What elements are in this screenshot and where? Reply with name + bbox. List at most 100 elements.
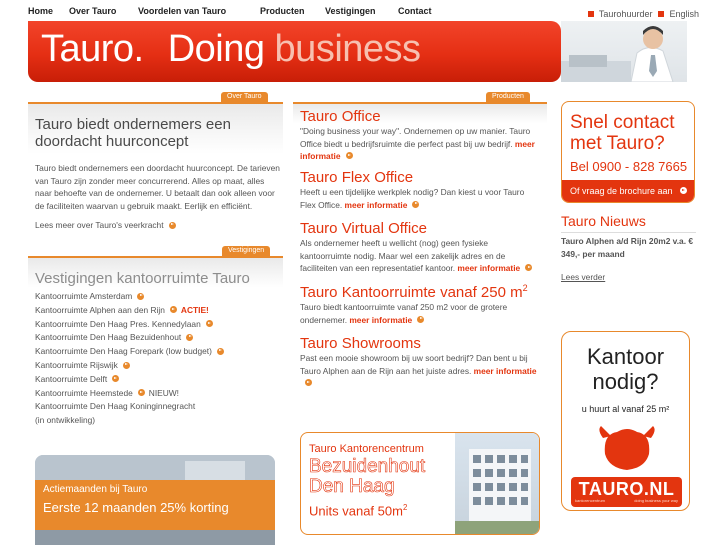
promo-bezuidenhout: Bezuidenhout: [309, 456, 426, 477]
arrow-right-icon: [216, 347, 224, 355]
office-building-photo: [455, 433, 539, 534]
tab-vestigingen[interactable]: Vestigingen: [222, 246, 271, 256]
arrow-right-icon: [137, 389, 145, 397]
location-label: Kantoorruimte Den Haag Forepark (low bud…: [35, 346, 212, 357]
location-badge: ACTIE!: [180, 304, 209, 315]
nav-producten[interactable]: Producten: [260, 6, 305, 16]
more-info-link[interactable]: meer informatie: [345, 200, 408, 210]
nav-vestigingen[interactable]: Vestigingen: [325, 6, 376, 16]
arrow-right-icon: [305, 379, 312, 387]
location-link[interactable]: Kantoorruimte Rijswijk: [35, 360, 130, 370]
taurohuurder-link[interactable]: Taurohuurder: [599, 9, 653, 19]
news-divider: [561, 232, 696, 233]
product-description-text: "Doing business your way". Ondernemen op…: [300, 126, 531, 149]
location-label: Kantoorruimte Heemstede: [35, 387, 133, 398]
over-tauro-intro: Tauro biedt ondernemers een doordacht hu…: [35, 163, 280, 211]
banner-photo-businessman: [561, 21, 687, 82]
english-link[interactable]: English: [669, 9, 699, 19]
promo-units: Units vanaf 50m2: [309, 503, 407, 518]
logo-subtext-left: kantorencentrum: [575, 498, 606, 503]
banner-word-tauro: Tauro.: [41, 28, 144, 70]
nav-home[interactable]: Home: [28, 6, 53, 16]
location-label: Kantoorruimte Den Haag Koninginnegracht: [35, 401, 196, 412]
more-info-link[interactable]: meer informatie: [457, 263, 520, 273]
product-description: Als ondernemer heeft u wellicht (nog) ge…: [300, 237, 540, 275]
location-label: Kantoorruimte Rijswijk: [35, 360, 118, 370]
tauro-nl-logo: TAURO.NL kantorencentrum doing business …: [571, 477, 682, 507]
actie-promo-banner[interactable]: Actiemaanden bij Tauro Eerste 12 maanden…: [35, 455, 275, 545]
bull-logo-icon: [599, 426, 655, 470]
location-label: Kantoorruimte Alphen aan den Rijn: [35, 304, 165, 315]
news-read-more-link[interactable]: Lees verder: [561, 271, 605, 284]
businessman-illustration: [561, 26, 674, 82]
nav-contact[interactable]: Contact: [398, 6, 432, 16]
contact-phone[interactable]: Bel 0900 - 828 7665: [570, 159, 687, 174]
arrow-right-icon: [112, 375, 120, 383]
arrow-right-icon: [168, 221, 176, 229]
ad-subline: u huurt al vanaf 25 m²: [581, 404, 670, 414]
logo-subtext: kantorencentrum doing business your way: [575, 498, 678, 503]
product-title-text: Tauro Flex Office: [300, 169, 414, 186]
location-badge: NIEUW!: [148, 387, 180, 398]
location-link[interactable]: Kantoorruimte Den Haag Koninginnegracht: [35, 401, 195, 411]
product-title[interactable]: Tauro Virtual Office: [300, 220, 427, 237]
arrow-right-icon: [345, 152, 353, 160]
veerkracht-link[interactable]: Lees meer over Tauro's veerkracht: [35, 220, 176, 230]
location-link[interactable]: Kantoorruimte Den Haag Forepark (low bud…: [35, 346, 224, 356]
arrow-right-icon: [417, 315, 425, 323]
location-link[interactable]: Kantoorruimte Den Haag Pres. Kennedylaan: [35, 319, 213, 329]
banner-tagline: Tauro. Doing business: [41, 28, 421, 71]
banner-word-business: business: [274, 28, 421, 70]
promo-line-2: Eerste 12 maanden 25% korting: [43, 500, 229, 515]
location-link[interactable]: Kantoorruimte Delft: [35, 374, 120, 384]
contact-title: Snel contact met Tauro?: [570, 112, 675, 154]
news-item[interactable]: Tauro Alphen a/d Rijn 20m2 v.a. € 349,- …: [561, 235, 695, 260]
product-description: "Doing business your way". Ondernemen op…: [300, 125, 540, 163]
arrow-right-icon: [186, 333, 194, 341]
location-label: Kantoorruimte Den Haag Bezuidenhout: [35, 332, 182, 343]
product-description: Tauro biedt kantoorruimte vanaf 250 m2 v…: [300, 301, 540, 326]
kantoor-nodig-ad[interactable]: Kantoor nodig? u huurt al vanaf 25 m² TA…: [561, 331, 690, 511]
location-note: (in ontwikkeling): [35, 415, 95, 425]
location-link[interactable]: Kantoorruimte Alphen aan den Rijn ACTIE!: [35, 305, 209, 315]
banner-word-doing: Doing: [167, 28, 265, 70]
more-info-link[interactable]: meer informatie: [474, 366, 537, 376]
tab-over-tauro[interactable]: Over Tauro: [221, 92, 268, 102]
logo-subtext-right: doing business your way: [634, 498, 678, 503]
brochure-button[interactable]: Of vraag de brochure aan: [562, 180, 694, 202]
more-info-link[interactable]: meer informatie: [349, 315, 412, 325]
bullet-icon: [658, 11, 665, 17]
arrow-right-icon: [680, 187, 688, 194]
promo-units-sup: 2: [402, 503, 408, 512]
nav-over-tauro[interactable]: Over Tauro: [69, 6, 116, 16]
promo-den-haag: Den Haag: [309, 476, 395, 497]
location-label: (in ontwikkeling): [35, 415, 96, 426]
header-banner: Tauro. Doing business: [28, 21, 561, 82]
product-title-text: Tauro Kantoorruimte vanaf 250 m: [300, 284, 523, 301]
news-title: Tauro Nieuws: [561, 213, 646, 229]
bezuidenhout-promo[interactable]: Tauro Kantorencentrum Bezuidenhout Den H…: [300, 432, 540, 535]
location-link[interactable]: Kantoorruimte Heemstede NIEUW!: [35, 388, 179, 398]
product-title[interactable]: Tauro Kantoorruimte vanaf 250 m2: [300, 283, 528, 301]
location-label: Kantoorruimte Amsterdam: [35, 291, 133, 301]
nav-voordelen[interactable]: Voordelen van Tauro: [138, 6, 226, 16]
tab-producten[interactable]: Producten: [486, 92, 530, 102]
product-title[interactable]: Tauro Flex Office: [300, 169, 413, 186]
promo-units-text: Units vanaf 50m: [309, 503, 403, 519]
arrow-right-icon: [205, 320, 213, 328]
arrow-right-icon: [137, 292, 145, 300]
product-description: Heeft u een tijdelijke werkplek nodig? D…: [300, 186, 540, 211]
promo-line-1: Actiemaanden bij Tauro: [43, 484, 148, 495]
contact-box[interactable]: Snel contact met Tauro? Bel 0900 - 828 7…: [561, 101, 695, 203]
product-title[interactable]: Tauro Showrooms: [300, 335, 421, 352]
location-link[interactable]: Kantoorruimte Amsterdam: [35, 291, 145, 301]
location-link[interactable]: Kantoorruimte Den Haag Bezuidenhout: [35, 332, 194, 343]
over-tauro-heading: Tauro biedt ondernemers een doordacht hu…: [35, 116, 231, 150]
location-label: Kantoorruimte Den Haag Pres. Kennedylaan: [35, 318, 201, 329]
vestigingen-heading: Vestigingen kantoorruimte Tauro: [35, 270, 250, 287]
arrow-right-icon: [169, 306, 177, 314]
product-title[interactable]: Tauro Office: [300, 108, 381, 125]
product-title-text: Tauro Virtual Office: [300, 220, 428, 237]
product-title-text: Tauro Office: [300, 108, 381, 125]
product-title-text: Tauro Showrooms: [300, 335, 421, 352]
